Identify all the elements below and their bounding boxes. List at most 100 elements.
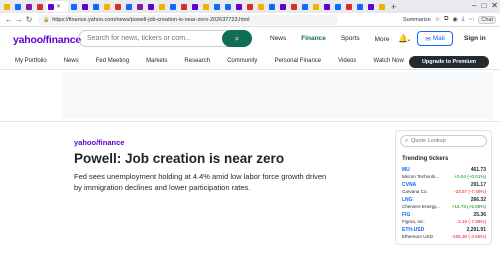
- subnav-watch-now[interactable]: Watch Now: [373, 58, 403, 64]
- mail-icon: ✉: [425, 35, 431, 43]
- subnav-community[interactable]: Community: [227, 58, 257, 64]
- subnav-markets[interactable]: Markets: [146, 58, 167, 64]
- ticker-price: 25.36: [473, 212, 486, 218]
- browser-tab[interactable]: [2, 1, 12, 12]
- tab-favicon-icon: [379, 3, 385, 10]
- profile-icon[interactable]: ◉: [452, 16, 457, 23]
- browser-tab[interactable]: [377, 1, 387, 12]
- more-label: More: [374, 36, 390, 43]
- sub-nav-items: My Portfolio News Fed Meeting Markets Re…: [15, 58, 421, 64]
- reload-icon[interactable]: ↻: [24, 15, 34, 24]
- extensions-icon[interactable]: ⧉: [444, 16, 448, 23]
- browser-tab[interactable]: [212, 1, 222, 12]
- browser-tab[interactable]: [190, 1, 200, 12]
- tab-favicon-icon: [258, 3, 264, 10]
- downloads-icon[interactable]: ⤓: [462, 16, 465, 23]
- tab-favicon-icon: [82, 3, 88, 10]
- browser-tab[interactable]: [124, 1, 134, 12]
- tab-favicon-icon: [26, 3, 32, 10]
- browser-tab[interactable]: [24, 1, 34, 12]
- ticker-symbol: FIG: [402, 212, 411, 218]
- yahoo-finance-logo[interactable]: yahoo/finance: [13, 34, 81, 46]
- quote-lookup-input[interactable]: ⌕ Quote Lookup: [400, 135, 487, 147]
- forward-icon[interactable]: →: [14, 15, 24, 24]
- browser-tab[interactable]: [267, 1, 277, 12]
- ticker-row[interactable]: LNG Cheniere Energy... 266.32 +14.73 (+5…: [402, 197, 486, 211]
- ticker-price: 266.32: [470, 197, 486, 203]
- browser-tab[interactable]: [344, 1, 354, 12]
- browser-tab[interactable]: [168, 1, 178, 12]
- browser-tab[interactable]: [311, 1, 321, 12]
- browser-tab-active[interactable]: ✕: [46, 1, 68, 12]
- subnav-personal-finance[interactable]: Personal Finance: [274, 58, 321, 64]
- mail-button[interactable]: ✉ Mail: [417, 31, 453, 46]
- search-input[interactable]: Search for news, tickers or com... ⌕: [78, 30, 252, 47]
- back-icon[interactable]: ←: [4, 15, 14, 24]
- browser-tab[interactable]: [322, 1, 332, 12]
- subnav-videos[interactable]: Videos: [338, 58, 356, 64]
- subnav-fed-meeting[interactable]: Fed Meeting: [96, 58, 129, 64]
- browser-tab[interactable]: [278, 1, 288, 12]
- subnav-research[interactable]: Research: [184, 58, 210, 64]
- tab-favicon-icon: [280, 3, 286, 10]
- browser-tab[interactable]: [91, 1, 101, 12]
- browser-tab[interactable]: [333, 1, 343, 12]
- new-tab-icon[interactable]: +: [391, 2, 396, 12]
- ticker-row[interactable]: FIG Figma, Inc. 25.36 -2.16 (-7.86%): [402, 212, 486, 226]
- browser-tab[interactable]: [69, 1, 79, 12]
- chat-button[interactable]: Chat: [478, 15, 496, 24]
- search-button[interactable]: ⌕: [222, 30, 252, 47]
- browser-tab[interactable]: [157, 1, 167, 12]
- ticker-name: Carvana Co.: [402, 189, 428, 194]
- browser-tab[interactable]: [179, 1, 189, 12]
- menu-icon[interactable]: ⋯: [468, 16, 474, 23]
- address-bar: ← → ↻ 🔒 https://finance.yahoo.com/news/p…: [0, 13, 500, 27]
- maximize-icon[interactable]: □: [481, 1, 486, 10]
- browser-tab[interactable]: [146, 1, 156, 12]
- quote-lookup-placeholder: Quote Lookup: [411, 138, 446, 144]
- browser-tab[interactable]: [13, 1, 23, 12]
- browser-tab[interactable]: [366, 1, 376, 12]
- tab-favicon-icon: [4, 3, 10, 10]
- minimize-icon[interactable]: –: [472, 1, 476, 10]
- browser-tab[interactable]: [355, 1, 365, 12]
- ticker-name: Cheniere Energy...: [402, 204, 440, 209]
- top-link-news[interactable]: News: [270, 35, 286, 43]
- browser-tab[interactable]: [201, 1, 211, 12]
- article-source-logo[interactable]: yahoo/finance: [74, 138, 124, 147]
- sign-in-link[interactable]: Sign in: [464, 35, 486, 42]
- tab-favicon-icon: [159, 3, 165, 10]
- browser-tab[interactable]: [245, 1, 255, 12]
- browser-tab[interactable]: [223, 1, 233, 12]
- subnav-my-portfolio[interactable]: My Portfolio: [15, 58, 47, 64]
- tab-close-icon[interactable]: ✕: [56, 3, 61, 10]
- browser-tab[interactable]: [113, 1, 123, 12]
- summarize-button[interactable]: Summarize: [403, 17, 431, 23]
- ticker-row[interactable]: ETH-USD Ethereum USD 2,201.91 -105.30 (-…: [402, 227, 486, 241]
- ticker-row[interactable]: CVNA Carvana Co. 291.17 -23.57 (-7.49%): [402, 182, 486, 196]
- browser-tab[interactable]: [256, 1, 266, 12]
- close-icon[interactable]: ✕: [491, 1, 498, 10]
- url-field[interactable]: 🔒 https://finance.yahoo.com/news/powell-…: [38, 14, 338, 25]
- url-text: https://finance.yahoo.com/news/powell-jo…: [52, 16, 250, 23]
- browser-tab[interactable]: [135, 1, 145, 12]
- browser-tab[interactable]: [300, 1, 310, 12]
- bell-icon[interactable]: 🔔: [398, 34, 408, 43]
- star-icon[interactable]: ☆: [435, 16, 440, 23]
- subnav-news[interactable]: News: [64, 58, 79, 64]
- tab-favicon-icon: [368, 3, 374, 10]
- search-placeholder: Search for news, tickers or com...: [87, 35, 191, 42]
- browser-tab[interactable]: [35, 1, 45, 12]
- ticker-row[interactable]: MU Micron Technolo... 461.73 +0.04 (+0.0…: [402, 167, 486, 181]
- tab-favicon-icon: [15, 3, 21, 10]
- ticker-symbol: CVNA: [402, 182, 417, 188]
- tab-favicon-icon: [170, 3, 176, 10]
- browser-tab[interactable]: [102, 1, 112, 12]
- top-link-finance[interactable]: Finance: [301, 35, 326, 43]
- browser-tab[interactable]: [80, 1, 90, 12]
- browser-tab[interactable]: [289, 1, 299, 12]
- top-link-sports[interactable]: Sports: [341, 35, 360, 43]
- upgrade-premium-button[interactable]: Upgrade to Premium: [409, 56, 489, 68]
- tab-favicon-icon: [104, 3, 110, 10]
- browser-tab[interactable]: [234, 1, 244, 12]
